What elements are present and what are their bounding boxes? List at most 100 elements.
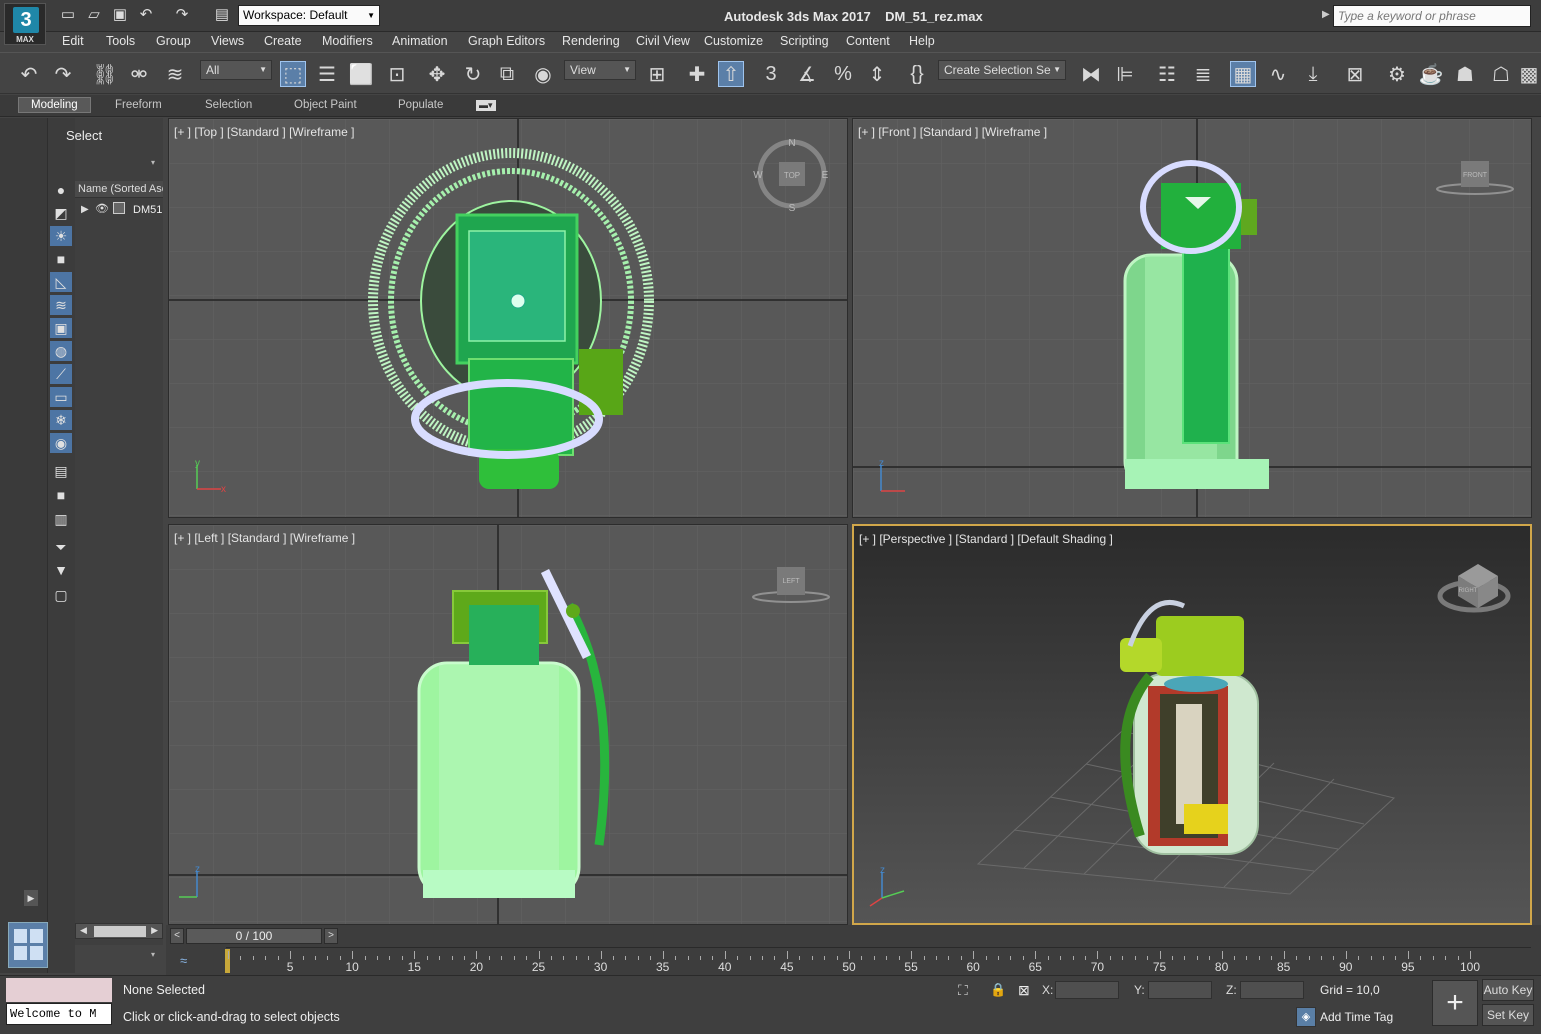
tab-object-paint[interactable]: Object Paint (294, 99, 357, 111)
display-containers-icon[interactable]: ▭ (50, 387, 72, 407)
redo-icon[interactable]: ↷ (50, 61, 76, 87)
viewport-label-perspective[interactable]: [+ ] [Perspective ] [Standard ] [Default… (859, 532, 1113, 546)
scroll-thumb[interactable] (94, 926, 146, 937)
new-file-icon[interactable]: ▭ (58, 5, 78, 25)
viewport-perspective[interactable]: RIGHT z [+ ] [Perspective ] [Standard ] … (852, 524, 1532, 925)
menu-views[interactable]: Views (211, 34, 244, 48)
chevron-down-icon[interactable]: ▾ (151, 950, 155, 959)
schematic-view-icon[interactable]: ⊠ (1342, 61, 1368, 87)
display-all-icon[interactable]: ▤ (50, 461, 72, 481)
ribbon-toggle-icon[interactable]: ▦ (1230, 61, 1256, 87)
y-coord-field[interactable] (1148, 981, 1212, 999)
track-bar[interactable]: ≈ 5 10 15 20 25 30 35 40 45 50 55 60 65 70 75 80 85 90 95 1… (166, 947, 1541, 975)
menu-graph-editors[interactable]: Graph Editors (468, 34, 545, 48)
menu-civil-view[interactable]: Civil View (636, 34, 690, 48)
viewport-layout-icon[interactable] (8, 922, 48, 968)
search-input[interactable]: Type a keyword or phrase (1333, 5, 1531, 27)
render-activeshade-icon[interactable]: ▩ (1518, 61, 1540, 87)
tab-populate[interactable]: Populate (398, 99, 443, 111)
select-manipulate-icon[interactable]: ✚ (684, 61, 710, 87)
snaps-toggle-icon[interactable]: 3 (758, 61, 784, 87)
material-editor-icon[interactable]: ⚙ (1384, 61, 1410, 87)
display-hidden-icon[interactable]: ◉ (50, 433, 72, 453)
keyboard-shortcut-override-icon[interactable]: ⇧ (718, 61, 744, 87)
display-none-icon[interactable]: ■ (50, 485, 72, 505)
scene-item-dm51[interactable]: DM51 (133, 204, 162, 216)
bind-spacewarp-icon[interactable]: ≋ (162, 61, 188, 87)
percent-snap-icon[interactable]: % (830, 61, 856, 87)
menu-animation[interactable]: Animation (392, 34, 448, 48)
chevron-down-icon[interactable]: ▾ (151, 158, 155, 167)
scale-icon[interactable]: ⧉ (494, 61, 520, 87)
name-column-header[interactable]: Name (Sorted Asc (75, 181, 163, 198)
viewport-label-left[interactable]: [+ ] [Left ] [Standard ] [Wireframe ] (174, 531, 355, 545)
workspace-dropdown[interactable]: Workspace: Default ▼ (238, 5, 380, 26)
tab-selection[interactable]: Selection (205, 99, 252, 111)
layer-explorer-icon[interactable]: ≣ (1190, 61, 1216, 87)
viewport-top[interactable]: TOP N W E S y x [+ ] [Top ] [Standard ] … (168, 118, 848, 518)
named-selection-dropdown[interactable]: Create Selection Se ▼ (938, 60, 1066, 80)
menu-tools[interactable]: Tools (106, 34, 135, 48)
container-icon[interactable]: ▢ (50, 585, 72, 605)
prev-frame-icon[interactable]: < (170, 928, 184, 944)
undo-icon[interactable]: ↶ (16, 61, 42, 87)
open-file-icon[interactable]: ▱ (84, 5, 104, 25)
set-key-mode-icon[interactable]: + (1432, 980, 1478, 1026)
edit-named-selection-icon[interactable]: {} (904, 61, 930, 87)
dope-sheet-icon[interactable]: ⤓ (1300, 61, 1326, 87)
curve-editor-icon[interactable]: ∿ (1265, 61, 1291, 87)
selection-lock-icon[interactable]: 🔒 (990, 982, 1006, 998)
maxscript-listener-input[interactable]: Welcome to M (6, 1003, 112, 1025)
time-slider[interactable]: 0 / 100 (186, 928, 322, 944)
next-frame-icon[interactable]: > (324, 928, 338, 944)
reference-coordinate-dropdown[interactable]: View ▼ (564, 60, 636, 80)
horizontal-scrollbar[interactable]: ◀ ▶ (75, 923, 163, 939)
set-key-button[interactable]: Set Key (1482, 1004, 1534, 1026)
menu-create[interactable]: Create (264, 34, 302, 48)
render-setup-icon[interactable]: ☕ (1418, 61, 1444, 87)
tab-freeform[interactable]: Freeform (115, 99, 162, 111)
search-expand-icon[interactable]: ▶ (1322, 9, 1330, 20)
undo-icon[interactable]: ↶ (136, 5, 156, 25)
expand-arrow-icon[interactable]: ▶ (81, 204, 89, 215)
display-shapes-icon[interactable]: ◩ (50, 203, 72, 223)
display-helpers-icon[interactable]: ◺ (50, 272, 72, 292)
viewport-label-top[interactable]: [+ ] [Top ] [Standard ] [Wireframe ] (174, 125, 354, 139)
scroll-left-icon[interactable]: ◀ (80, 925, 87, 936)
viewport-label-front[interactable]: [+ ] [Front ] [Standard ] [Wireframe ] (858, 125, 1047, 139)
display-xrefs-icon[interactable]: ◍ (50, 341, 72, 361)
scroll-right-icon[interactable]: ▶ (151, 925, 158, 936)
window-crossing-icon[interactable]: ⊡ (384, 61, 410, 87)
tab-modeling[interactable]: Modeling (18, 97, 91, 113)
display-geometry-icon[interactable]: ● (50, 180, 72, 200)
filter-toggle-icon[interactable]: ⏷ (50, 537, 72, 557)
save-file-icon[interactable]: ▣ (110, 5, 130, 25)
selection-filter-dropdown[interactable]: All ▼ (200, 60, 272, 80)
scene-explorer-icon[interactable]: ☷ (1154, 61, 1180, 87)
pivot-center-icon[interactable]: ⊞ (644, 61, 670, 87)
viewport-front[interactable]: FRONT z [+ ] [Front ] [Standard ] [Wiref… (852, 118, 1532, 518)
maxscript-listener-pink[interactable] (6, 978, 112, 1002)
select-by-name-icon[interactable]: ☰ (314, 61, 340, 87)
mirror-icon[interactable]: ⧓ (1078, 61, 1104, 87)
auto-key-button[interactable]: Auto Key (1482, 979, 1534, 1001)
select-object-icon[interactable]: ⬚ (280, 61, 306, 87)
menu-group[interactable]: Group (156, 34, 191, 48)
display-spacewarps-icon[interactable]: ≋ (50, 295, 72, 315)
visibility-eye-icon[interactable]: 👁 (95, 202, 109, 215)
place-icon[interactable]: ◉ (530, 61, 556, 87)
display-bones-icon[interactable]: ⟋ (50, 364, 72, 384)
display-groups-icon[interactable]: ▣ (50, 318, 72, 338)
display-invert-icon[interactable]: ▥ (50, 509, 72, 529)
absolute-mode-icon[interactable]: ⊠ (1018, 982, 1030, 999)
z-coord-field[interactable] (1240, 981, 1304, 999)
menu-help[interactable]: Help (909, 34, 935, 48)
menu-customize[interactable]: Customize (704, 34, 763, 48)
render-production-icon[interactable]: ☖ (1488, 61, 1514, 87)
unlink-icon[interactable]: ⚮ (126, 61, 152, 87)
display-frozen-icon[interactable]: ❄ (50, 410, 72, 430)
app-menu-button[interactable]: 3 MAX (4, 3, 46, 45)
menu-content[interactable]: Content (846, 34, 890, 48)
select-menu[interactable]: Select (66, 128, 102, 143)
grenade-perspective-model[interactable] (1120, 599, 1259, 855)
